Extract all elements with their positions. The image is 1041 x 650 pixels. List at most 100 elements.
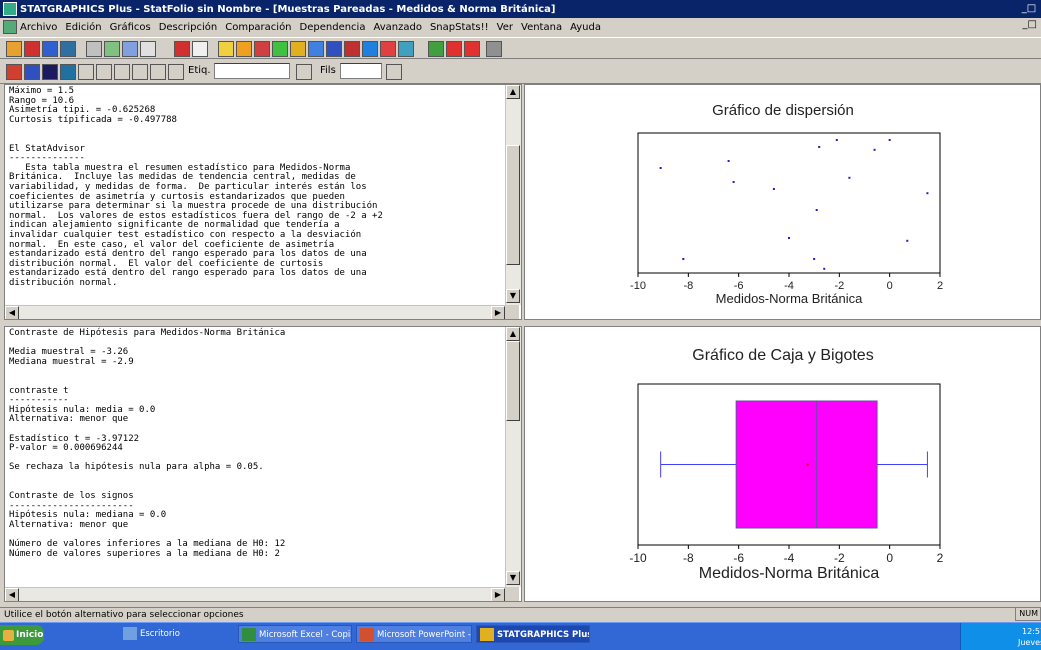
summary-stats-pane[interactable]: Máximo = 1.5 Rango = 10.6 Asimetría tipi. … xyxy=(4,84,522,320)
taskbar: Inicio Escritorio Microsoft Excel - Copi… xyxy=(0,622,1041,650)
window-controls-icon[interactable]: _□ xyxy=(1021,1,1037,16)
locate-icon[interactable] xyxy=(132,64,148,80)
task-excel[interactable]: Microsoft Excel - Copia d... xyxy=(238,625,352,643)
scroll-left-icon[interactable]: ◀ xyxy=(5,588,19,601)
save-icon[interactable] xyxy=(24,41,40,57)
preview-icon[interactable] xyxy=(192,41,208,57)
folder-icon[interactable] xyxy=(42,41,58,57)
x-tick-label: -4 xyxy=(784,551,795,565)
copy-icon[interactable] xyxy=(122,41,138,57)
control-icon[interactable] xyxy=(344,41,360,57)
task-label: STATGRAPHICS Plus -... xyxy=(497,630,589,640)
x-tick-label: -2 xyxy=(834,551,845,565)
x-tick-label: -6 xyxy=(733,551,744,565)
zoom-icon[interactable] xyxy=(96,64,112,80)
etiq-label: Etiq. xyxy=(188,65,211,76)
wizard-icon[interactable] xyxy=(446,41,462,57)
x-axis-label: Medidos-Norma Británica xyxy=(699,565,880,582)
menu-avanzado[interactable]: Avanzado xyxy=(373,22,421,33)
plot-icon[interactable] xyxy=(254,41,270,57)
stats-icon[interactable] xyxy=(218,41,234,57)
desktop-icon xyxy=(123,627,137,640)
calculator-icon[interactable] xyxy=(486,41,502,57)
powerpoint-icon xyxy=(360,628,374,641)
histogram-icon[interactable] xyxy=(290,41,306,57)
table-icon[interactable] xyxy=(86,41,102,57)
task-escritorio[interactable]: Escritorio xyxy=(120,625,230,643)
menu-descripcion[interactable]: Descripción xyxy=(159,22,218,33)
regression-icon[interactable] xyxy=(308,41,324,57)
menu-dependencia[interactable]: Dependencia xyxy=(300,22,366,33)
etiq-search-icon[interactable] xyxy=(296,64,312,80)
main-toolbar xyxy=(0,37,1041,59)
graph-icon[interactable] xyxy=(272,41,288,57)
scroll-thumb[interactable] xyxy=(506,341,520,421)
task-statgraphics[interactable]: STATGRAPHICS Plus -... xyxy=(476,625,590,643)
task-powerpoint[interactable]: Microsoft PowerPoint - [... xyxy=(356,625,472,643)
scroll-thumb[interactable] xyxy=(506,145,520,265)
multivar-icon[interactable] xyxy=(398,41,414,57)
fils-search-icon[interactable] xyxy=(386,64,402,80)
menu-ayuda[interactable]: Ayuda xyxy=(570,22,601,33)
summary-vscroll[interactable]: ▲ ▼ xyxy=(505,85,521,305)
start-button[interactable]: Inicio xyxy=(0,625,44,645)
scroll-up-icon[interactable]: ▲ xyxy=(506,85,520,99)
hypothesis-test-pane[interactable]: Contraste de Hipótesis para Medidos-Norm… xyxy=(4,326,522,602)
data-icon[interactable] xyxy=(60,41,76,57)
maximize-pane-icon[interactable] xyxy=(60,64,76,80)
test-hscroll[interactable]: ◀ ▶ xyxy=(5,587,505,601)
summary-hscroll[interactable]: ◀ ▶ xyxy=(5,305,505,319)
scroll-up-icon[interactable]: ▲ xyxy=(506,327,520,341)
help-icon[interactable] xyxy=(464,41,480,57)
box-whisker-chart: Gráfico de Caja y Bigotes -10 -8 -6 -4 -2 0 2 Me… xyxy=(629,347,943,582)
scroll-down-icon[interactable]: ▼ xyxy=(506,571,520,585)
menu-ventana[interactable]: Ventana xyxy=(521,22,562,33)
plot-frame xyxy=(637,132,941,274)
rotate-icon[interactable] xyxy=(114,64,130,80)
open-icon[interactable] xyxy=(6,41,22,57)
scroll-left-icon[interactable]: ◀ xyxy=(5,306,19,319)
scroll-down-icon[interactable]: ▼ xyxy=(506,289,520,303)
etiq-input[interactable] xyxy=(214,63,290,79)
title-bar: STATGRAPHICS Plus - StatFolio sin Nombre… xyxy=(0,0,1041,18)
data-point xyxy=(823,267,826,270)
statgraphics-icon xyxy=(480,628,494,641)
pane_test-line xyxy=(9,367,285,377)
scroll-right-icon[interactable]: ▶ xyxy=(491,306,505,319)
calc-icon[interactable] xyxy=(104,41,120,57)
test-vscroll[interactable]: ▲ ▼ xyxy=(505,327,521,587)
undo-icon[interactable] xyxy=(140,41,156,57)
menu-archivo[interactable]: Archivo xyxy=(20,22,57,33)
brush-icon[interactable] xyxy=(78,64,94,80)
print-icon[interactable] xyxy=(174,41,190,57)
menu-comparacion[interactable]: Comparación xyxy=(225,22,291,33)
app-icon[interactable] xyxy=(3,2,17,16)
pane-icon[interactable] xyxy=(6,64,22,80)
data-point xyxy=(682,258,685,260)
menu-edicion[interactable]: Edición xyxy=(65,22,101,33)
design-icon[interactable] xyxy=(380,41,396,57)
menu-graficos[interactable]: Gráficos xyxy=(110,22,151,33)
box-plot-pane[interactable]: Gráfico de Caja y Bigotes -10 -8 -6 -4 -2 0 2 Me… xyxy=(524,326,1041,602)
chart-icon[interactable] xyxy=(236,41,252,57)
pane_test-line: Alternativa: menor que xyxy=(9,414,129,425)
scatter-plot-pane[interactable]: Gráfico de dispersión -10 -8 -6 -4 -2 0 2 Medido… xyxy=(524,84,1041,320)
scroll-right-icon[interactable]: ▶ xyxy=(491,588,505,601)
statgraphics-window: STATGRAPHICS Plus - StatFolio sin Nombre… xyxy=(0,0,1041,650)
x-tick-label: 0 xyxy=(886,551,893,565)
menu-snapstats[interactable]: SnapStats!! xyxy=(430,22,489,33)
exclude-icon[interactable] xyxy=(168,64,184,80)
menu-ver[interactable]: Ver xyxy=(497,22,513,33)
pane-graph-icon[interactable] xyxy=(42,64,58,80)
anova-icon[interactable] xyxy=(326,41,342,57)
data-point xyxy=(772,188,775,190)
label-icon[interactable] xyxy=(150,64,166,80)
x-tick-label: -10 xyxy=(630,280,646,292)
iqr-box xyxy=(735,400,878,529)
document-controls-icon[interactable]: _□ xyxy=(1023,19,1037,30)
fils-input[interactable] xyxy=(340,63,382,79)
secondary-toolbar: Etiq. Fils xyxy=(0,60,1041,84)
advisor-icon[interactable] xyxy=(428,41,444,57)
series-icon[interactable] xyxy=(362,41,378,57)
pane-tabular-icon[interactable] xyxy=(24,64,40,80)
